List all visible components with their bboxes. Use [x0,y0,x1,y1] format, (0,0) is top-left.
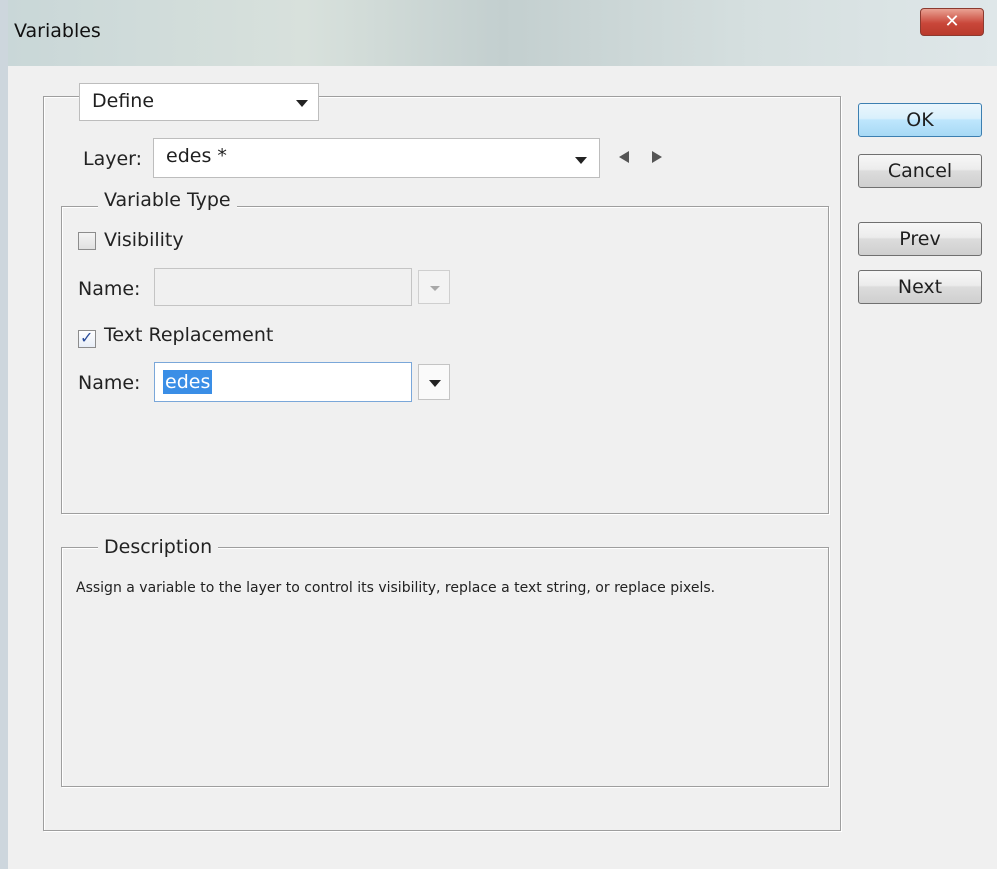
dialog-content: Define Layer: edes * Variable Type Visib… [16,66,997,869]
text-replacement-name-label: Name: [78,372,141,394]
ok-button[interactable]: OK [858,103,982,137]
variables-dialog: Variables ✕ Define Layer: edes * Variabl… [0,0,997,869]
chevron-down-icon [296,100,308,107]
window-title: Variables [14,20,101,42]
previous-layer-arrow-icon[interactable] [619,151,629,163]
text-replacement-name-dropdown-button[interactable] [418,364,450,400]
chevron-down-icon [575,157,587,164]
text-replacement-label[interactable]: Text Replacement [104,324,273,346]
define-dropdown-value: Define [92,90,155,112]
visibility-name-field [154,268,412,306]
prev-button[interactable]: Prev [858,222,982,256]
variable-type-legend: Variable Type [98,189,237,211]
checkmark-icon: ✓ [80,328,94,347]
layer-dropdown-value: edes * [166,145,227,167]
title-bar[interactable]: Variables ✕ [8,0,997,66]
chevron-down-icon [430,286,440,291]
close-icon: ✕ [944,11,960,32]
define-dropdown[interactable]: Define [79,83,319,121]
layer-label: Layer: [83,148,143,170]
variable-type-group [61,206,829,514]
text-replacement-name-field[interactable]: edes [154,362,412,402]
chevron-down-icon [429,380,441,387]
layer-dropdown[interactable]: edes * [153,138,600,178]
visibility-name-label: Name: [78,278,141,300]
description-legend: Description [98,536,219,558]
text-replacement-name-value: edes [163,370,213,394]
visibility-label[interactable]: Visibility [104,229,184,251]
visibility-checkbox[interactable] [78,232,96,250]
visibility-name-dropdown-button [418,270,450,304]
text-replacement-checkbox[interactable]: ✓ [78,328,96,348]
close-button[interactable]: ✕ [920,8,984,36]
description-text: Assign a variable to the layer to contro… [76,580,716,596]
next-button[interactable]: Next [858,270,982,304]
cancel-button[interactable]: Cancel [858,154,982,188]
next-layer-arrow-icon[interactable] [652,151,662,163]
